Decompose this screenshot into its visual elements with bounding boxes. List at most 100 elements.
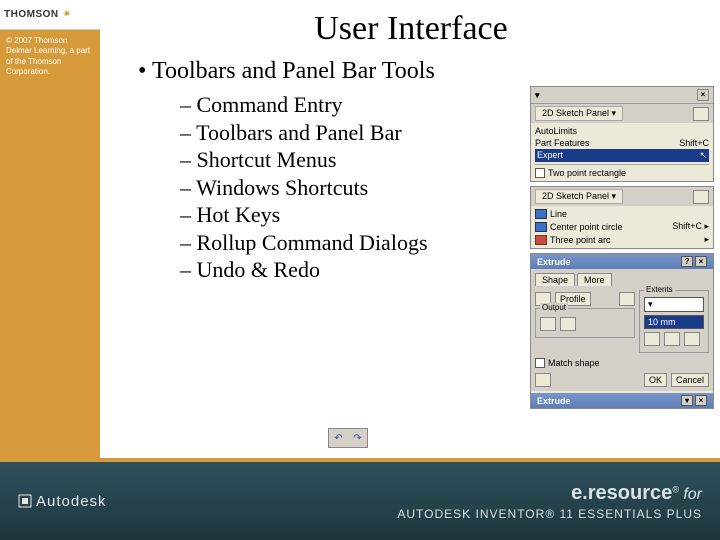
output-group: Output (535, 308, 635, 338)
dialog-buttons: OK Cancel (535, 373, 709, 387)
ok-button[interactable]: OK (644, 373, 667, 387)
product-suffix: 11 ESSENTIALS PLUS (560, 507, 703, 521)
for-word: for (683, 486, 702, 503)
panels-column: ▾ × 2D Sketch Panel ▾ AutoLimits Part Fe… (530, 86, 714, 409)
eresource-block: e.resource® for AUTODESK INVENTOR® 11 ES… (397, 482, 702, 521)
distance-input[interactable]: 10 mm (644, 315, 704, 329)
panel1-title[interactable]: 2D Sketch Panel ▾ (535, 106, 623, 121)
autodesk-logo: Autodesk (18, 493, 107, 510)
menu-item-expert[interactable]: Expert ↖ (535, 149, 709, 162)
autodesk-text: Autodesk (36, 493, 107, 510)
panel1-drag-handle[interactable]: ▾ (535, 90, 540, 101)
bullet-item: Undo & Redo (180, 256, 480, 284)
extents-label: Extents (644, 285, 675, 294)
redo-icon[interactable]: ↷ (353, 433, 361, 444)
sidebar-panel: © 2007 Thomson Delmar Learning, a part o… (0, 30, 100, 458)
tab-shape[interactable]: Shape (535, 273, 575, 286)
bullet-item: Shortcut Menus (180, 146, 480, 174)
dialog-footerbar[interactable]: Extrude ▾ × (531, 393, 713, 408)
menu-item-autolimits[interactable]: AutoLimits (535, 125, 709, 137)
submenu-arrow-icon: ▸ (704, 234, 709, 245)
circle-icon (535, 222, 547, 232)
autodesk-mark-icon (18, 494, 32, 508)
eresource-line: e.resource® for (397, 482, 702, 505)
extents-dropdown[interactable]: ▾ (644, 297, 704, 312)
bullet-item: Hot Keys (180, 201, 480, 229)
bullet-item: Windows Shortcuts (180, 174, 480, 202)
direction-icon[interactable] (619, 292, 635, 306)
extents-group: Extents ▾ 10 mm (639, 290, 709, 353)
tool-arc[interactable]: Three point arc ▸ (535, 233, 709, 246)
divider (535, 164, 709, 165)
reg-mark: ® (672, 484, 679, 494)
bullet-item: Toolbars and Panel Bar (180, 119, 480, 147)
dialog-tabs: Shape More (535, 273, 709, 286)
copyright-text: © 2007 Thomson Delmar Learning, a part o… (0, 30, 100, 84)
menu-label: Part Features (535, 138, 590, 148)
panel1-help-button[interactable] (693, 107, 709, 121)
cursor-icon: ↖ (699, 150, 707, 161)
brand-star-icon: ✷ (63, 9, 71, 20)
undo-redo-toolbar: ↶ ↷ (328, 428, 368, 448)
tool-circle[interactable]: Center point circle Shift+C ▸ (535, 220, 709, 233)
panel-bar-1: ▾ × 2D Sketch Panel ▾ AutoLimits Part Fe… (530, 86, 714, 182)
dialog-titlebar[interactable]: Extrude ? × (531, 254, 713, 269)
tool-label: Three point arc (550, 235, 611, 245)
panel-bar-2: 2D Sketch Panel ▾ Line Center point circ… (530, 186, 714, 249)
footer-bar: Autodesk e.resource® for AUTODESK INVENT… (0, 462, 720, 540)
footer: Autodesk e.resource® for AUTODESK INVENT… (0, 458, 720, 540)
menu-label: AutoLimits (535, 126, 577, 136)
checkbox-label: Two point rectangle (548, 168, 626, 178)
slide: THOMSON ✷ © 2007 Thomson Delmar Learning… (0, 0, 720, 540)
tool-line[interactable]: Line (535, 208, 709, 220)
dir1-icon[interactable] (644, 332, 660, 346)
checkbox-icon[interactable] (535, 168, 545, 178)
panel1-toolbar: 2D Sketch Panel ▾ (531, 104, 713, 123)
bullet-item: Rollup Command Dialogs (180, 229, 480, 257)
close-icon[interactable]: × (697, 89, 709, 101)
tab-more[interactable]: More (577, 273, 612, 286)
bullet-item: Command Entry (180, 91, 480, 119)
eresource-word: e.resource (571, 482, 672, 504)
slide-title: User Interface (108, 10, 714, 48)
panel1-header: ▾ × (531, 87, 713, 104)
close-icon[interactable]: × (695, 256, 707, 267)
panel2-toolbar: 2D Sketch Panel ▾ (531, 187, 713, 206)
menu-item-partfeatures[interactable]: Part Features Shift+C (535, 137, 709, 149)
dialog-title: Extrude (537, 257, 571, 267)
cancel-button[interactable]: Cancel (671, 373, 709, 387)
reg-mark: ® (545, 507, 555, 521)
menu-label: Expert (537, 150, 563, 161)
tool-label: Center point circle (550, 222, 623, 232)
output-label: Output (540, 303, 568, 312)
heading-bullet: Toolbars and Panel Bar Tools (138, 58, 714, 85)
undo-icon[interactable]: ↶ (334, 433, 342, 444)
panel1-checkbox-row[interactable]: Two point rectangle (535, 167, 709, 179)
rollup-icon[interactable] (535, 373, 551, 387)
surface-icon[interactable] (560, 317, 576, 331)
rolldown-icon[interactable]: ▾ (681, 395, 693, 406)
help-icon[interactable]: ? (681, 256, 693, 267)
tool-label: Line (550, 209, 567, 219)
match-shape-row[interactable]: Match shape (535, 357, 709, 369)
checkbox-icon[interactable] (535, 358, 545, 368)
dir-sym-icon[interactable] (684, 332, 700, 346)
tool-shortcut: Shift+C ▸ (672, 221, 709, 232)
brand-logo: THOMSON ✷ (0, 0, 100, 30)
panel2-body: Line Center point circle Shift+C ▸ Three… (531, 206, 713, 248)
dir2-icon[interactable] (664, 332, 680, 346)
extrude-dialog: Extrude ? × Shape More Profile (530, 253, 714, 409)
panel2-title[interactable]: 2D Sketch Panel ▾ (535, 189, 623, 204)
solid-icon[interactable] (540, 317, 556, 331)
panel1-body: AutoLimits Part Features Shift+C Expert … (531, 123, 713, 181)
line-icon (535, 209, 547, 219)
product-line: AUTODESK INVENTOR® 11 ESSENTIALS PLUS (397, 507, 702, 521)
close-icon[interactable]: × (695, 395, 707, 406)
arc-icon (535, 235, 547, 245)
product-name: AUTODESK INVENTOR (397, 507, 545, 521)
panel2-help-button[interactable] (693, 190, 709, 204)
brand-name: THOMSON (4, 9, 59, 20)
dialog-footer-title: Extrude (537, 396, 571, 406)
menu-shortcut: Shift+C (679, 138, 709, 148)
match-shape-label: Match shape (548, 358, 600, 368)
